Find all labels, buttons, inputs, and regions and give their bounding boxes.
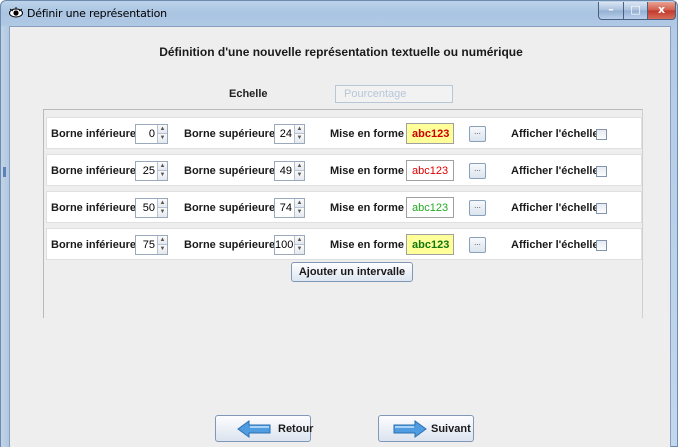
interval-row: Borne inférieure: 25 ▲ ▼ Borne supérieure… [46,154,642,186]
spinner-down-icon[interactable]: ▼ [158,245,167,254]
upper-bound-spinner[interactable]: 24 ▲ ▼ [274,124,305,144]
spinner-down-icon[interactable]: ▼ [295,245,304,254]
spinner-up-icon[interactable]: ▲ [295,162,304,171]
client-area: Définition d'une nouvelle représentation… [9,26,671,447]
interval-row: Borne inférieure: 75 ▲ ▼ Borne supérieure… [46,228,642,260]
window-title: Définir une représentation [27,7,167,20]
format-edit-button[interactable]: ... [469,237,486,253]
spinner-up-icon[interactable]: ▲ [158,199,167,208]
interval-row: Borne inférieure: 0 ▲ ▼ Borne supérieure:… [46,117,642,149]
show-scale-label: Afficher l'échelle: [511,128,603,140]
lower-bound-spinner[interactable]: 75 ▲ ▼ [135,235,168,255]
lower-bound-value: 75 [142,239,155,251]
title-bar[interactable]: Définir une représentation – □ x [1,1,677,26]
upper-bound-spinner[interactable]: 74 ▲ ▼ [274,198,305,218]
spinner-up-icon[interactable]: ▲ [158,125,167,134]
echelle-field[interactable]: Pourcentage [335,85,453,103]
lower-bound-label: Borne inférieure: [51,165,140,177]
lower-bound-spinner[interactable]: 0 ▲ ▼ [135,124,168,144]
format-label: Mise en forme : [330,165,411,177]
format-preview: abc123 [406,234,454,255]
show-scale-checkbox[interactable] [596,129,607,140]
format-preview: abc123 [406,123,454,144]
next-button[interactable]: Suivant [378,415,474,442]
spinner-down-icon[interactable]: ▼ [158,208,167,217]
format-label: Mise en forme : [330,239,411,251]
arrow-right-icon [393,420,427,438]
upper-bound-spinner[interactable]: 49 ▲ ▼ [274,161,305,181]
left-edge-marker [3,167,6,177]
format-edit-button[interactable]: ... [469,163,486,179]
upper-bound-value: 74 [279,202,292,214]
spinner-up-icon[interactable]: ▲ [295,199,304,208]
show-scale-checkbox[interactable] [596,240,607,251]
dialog-window: Définir une représentation – □ x Définit… [0,0,678,447]
lower-bound-spinner[interactable]: 25 ▲ ▼ [135,161,168,181]
upper-bound-label: Borne supérieure: [184,202,279,214]
upper-bound-label: Borne supérieure: [184,128,279,140]
spinner-down-icon[interactable]: ▼ [158,171,167,180]
back-button[interactable]: Retour [215,415,314,442]
upper-bound-label: Borne supérieure: [184,165,279,177]
lower-bound-label: Borne inférieure: [51,239,140,251]
lower-bound-label: Borne inférieure: [51,202,140,214]
format-label: Mise en forme : [330,128,411,140]
spinner-down-icon[interactable]: ▼ [295,134,304,143]
spinner-up-icon[interactable]: ▲ [295,236,304,245]
lower-bound-label: Borne inférieure: [51,128,140,140]
back-label: Retour [278,423,314,435]
spinner-up-icon[interactable]: ▲ [158,162,167,171]
eye-icon [9,7,23,18]
lower-bound-value: 50 [142,202,155,214]
spinner-down-icon[interactable]: ▼ [295,208,304,217]
next-label: Suivant [431,423,471,435]
upper-bound-label: Borne supérieure: [184,239,279,251]
upper-bound-spinner[interactable]: 100 ▲ ▼ [274,235,305,255]
lower-bound-value: 25 [142,165,155,177]
spinner-up-icon[interactable]: ▲ [158,236,167,245]
lower-bound-spinner[interactable]: 50 ▲ ▼ [135,198,168,218]
maximize-button[interactable]: □ [623,2,648,20]
format-edit-button[interactable]: ... [469,126,486,142]
format-preview: abc123 [406,160,454,181]
interval-row: Borne inférieure: 50 ▲ ▼ Borne supérieure… [46,191,642,223]
spinner-down-icon[interactable]: ▼ [158,134,167,143]
format-label: Mise en forme : [330,202,411,214]
upper-bound-value: 100 [275,239,294,251]
window-border-left [1,26,9,447]
page-title: Définition d'une nouvelle représentation… [159,45,523,59]
arrow-left-icon [237,420,271,438]
minimize-button[interactable]: – [598,2,624,20]
intervals-panel: Borne inférieure: 0 ▲ ▼ Borne supérieure:… [43,109,643,318]
show-scale-checkbox[interactable] [596,166,607,177]
show-scale-label: Afficher l'échelle: [511,202,603,214]
upper-bound-value: 49 [279,165,292,177]
echelle-label: Echelle [229,88,268,100]
spinner-down-icon[interactable]: ▼ [295,171,304,180]
spinner-up-icon[interactable]: ▲ [295,125,304,134]
format-preview: abc123 [406,197,454,218]
show-scale-label: Afficher l'échelle: [511,239,603,251]
format-edit-button[interactable]: ... [469,200,486,216]
close-button[interactable]: x [647,2,676,20]
add-interval-button[interactable]: Ajouter un intervalle [291,262,413,282]
show-scale-label: Afficher l'échelle: [511,165,603,177]
lower-bound-value: 0 [148,128,155,140]
show-scale-checkbox[interactable] [596,203,607,214]
upper-bound-value: 24 [279,128,292,140]
